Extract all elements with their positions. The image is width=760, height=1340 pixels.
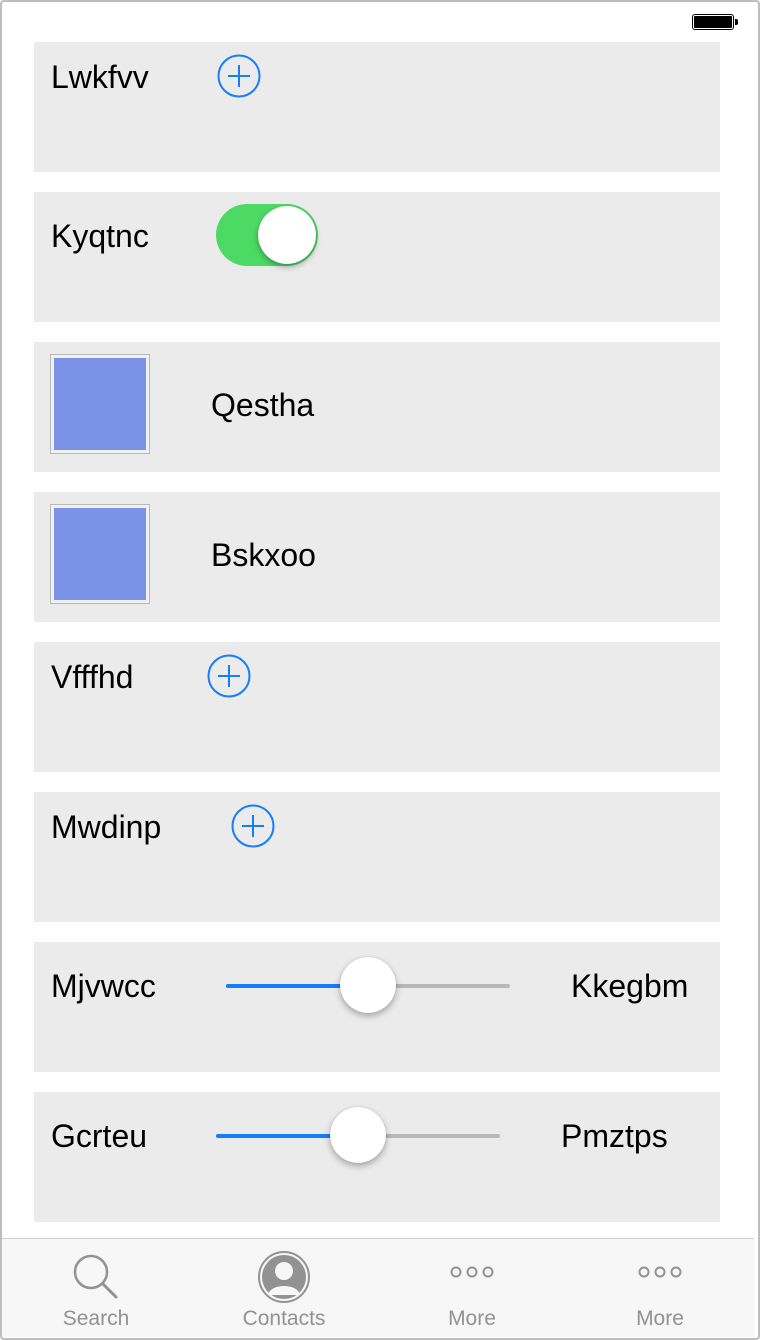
tab-more-2[interactable]: More [566, 1239, 754, 1337]
tab-contacts[interactable]: Contacts [190, 1239, 378, 1337]
more-icon [632, 1249, 688, 1305]
toggle-knob [258, 206, 316, 264]
more-icon [444, 1249, 500, 1305]
row-label: Gcrteu [51, 1118, 148, 1154]
row-label: Kyqtnc [51, 218, 149, 254]
plus-circle-icon[interactable] [217, 54, 261, 98]
slider-value-label: Pmztps [561, 1118, 668, 1154]
toggle-switch[interactable] [216, 204, 318, 266]
tab-search[interactable]: Search [2, 1239, 190, 1337]
thumbnail-image [50, 354, 150, 454]
row-label: Vfffhd [51, 659, 134, 695]
tab-label: Contacts [242, 1307, 326, 1330]
tab-label: More [448, 1307, 496, 1330]
row-kyqtnc: Kyqtnc [34, 192, 720, 322]
row-label: Bskxoo [211, 537, 316, 573]
row-label: Lwkfvv [51, 59, 149, 95]
tab-bar: Search Contacts More More [2, 1238, 754, 1337]
plus-circle-icon[interactable] [207, 654, 251, 698]
slider-knob[interactable] [340, 957, 396, 1013]
slider-knob[interactable] [330, 1107, 386, 1163]
slider[interactable] [226, 957, 510, 1013]
contacts-icon [256, 1249, 312, 1305]
row-vfffhd: Vfffhd [34, 642, 720, 772]
row-qestha: Qestha [34, 342, 720, 472]
tab-label: More [636, 1307, 684, 1330]
plus-circle-icon[interactable] [231, 804, 275, 848]
slider-value-label: Kkegbm [571, 968, 689, 1004]
row-label: Mjvwcc [51, 968, 156, 1004]
battery-icon [692, 14, 738, 30]
row-mwdinp: Mwdinp [34, 792, 720, 922]
search-icon [68, 1249, 124, 1305]
slider[interactable] [216, 1107, 500, 1163]
row-lwkfvv: Lwkfvv [34, 42, 720, 172]
thumbnail-image [50, 504, 150, 604]
row-label: Qestha [211, 387, 315, 423]
status-bar [0, 0, 760, 40]
row-bskxoo: Bskxoo [34, 492, 720, 622]
row-label: Mwdinp [51, 809, 162, 845]
tab-label: Search [62, 1307, 130, 1330]
row-gcrteu: Gcrteu Pmztps [34, 1092, 720, 1222]
row-mjvwcc: Mjvwcc Kkegbm [34, 942, 720, 1072]
tab-more[interactable]: More [378, 1239, 566, 1337]
